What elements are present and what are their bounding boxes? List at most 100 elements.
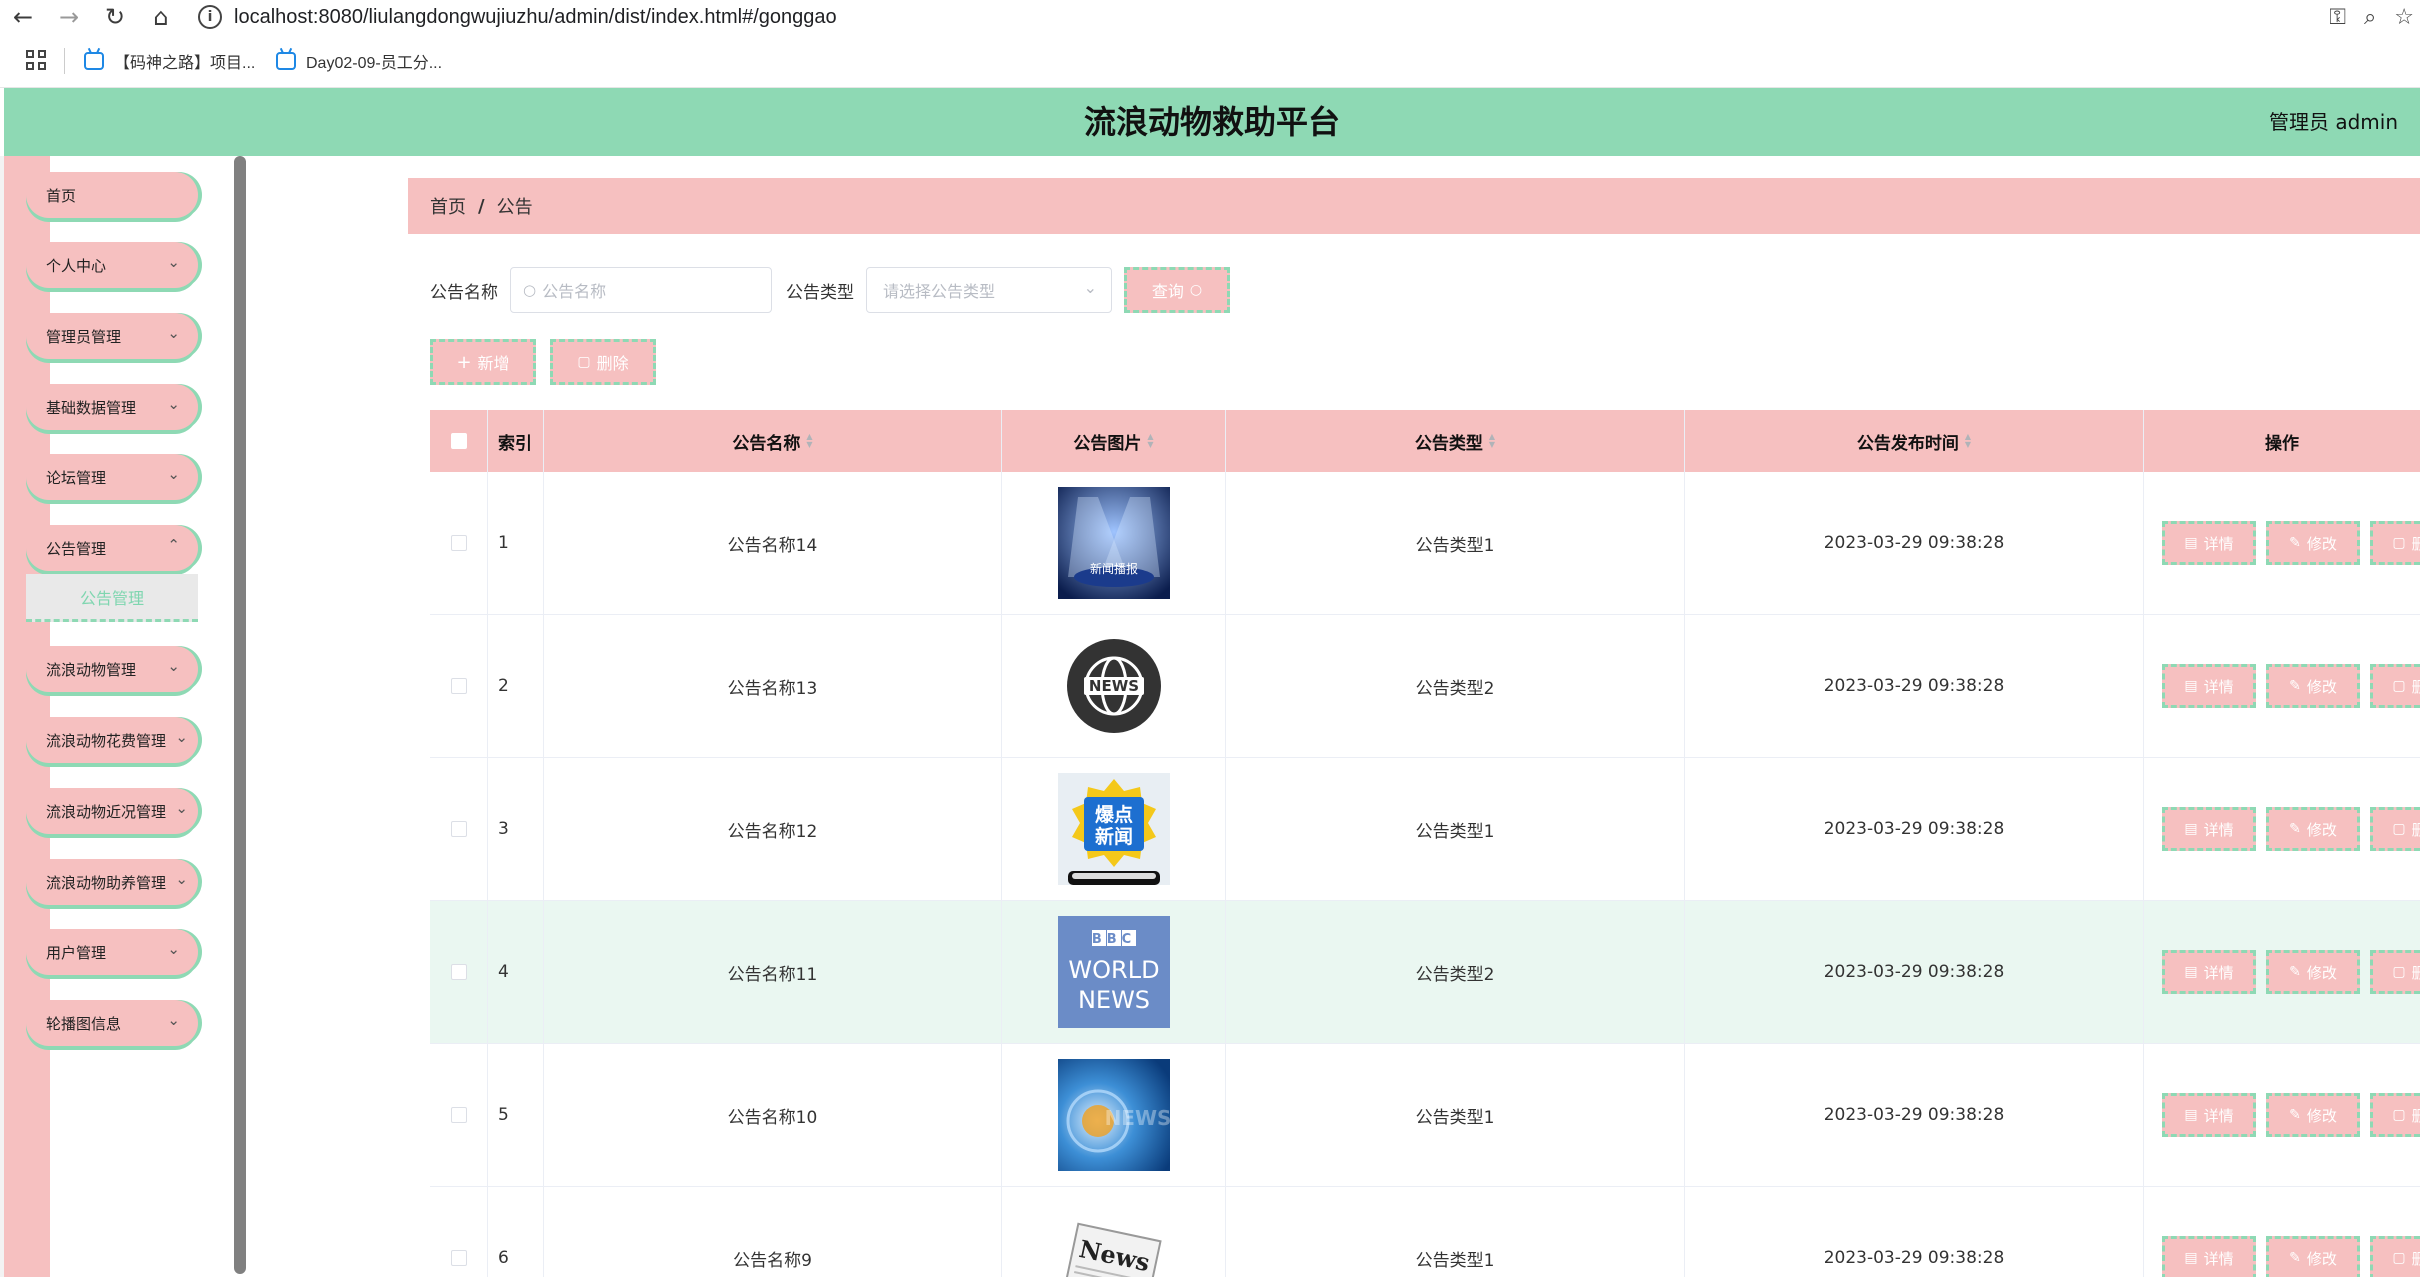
- bilibili-icon: [276, 52, 296, 70]
- edit-icon: ✎: [2289, 821, 2301, 837]
- home-icon[interactable]: ⌂: [138, 0, 184, 34]
- breaking-news-caption-2: 新闻: [1094, 825, 1132, 848]
- sidebar-item-base-data[interactable]: 基础数据管理 ⌄: [26, 384, 198, 430]
- back-icon[interactable]: ←: [0, 0, 46, 34]
- sidebar-item-personal-center[interactable]: 个人中心 ⌄: [26, 242, 198, 288]
- detail-button-label: 详情: [2203, 820, 2234, 839]
- delete-button[interactable]: ▢ 删除: [2370, 1093, 2420, 1137]
- announcement-type: 公告类型1: [1226, 758, 1685, 900]
- sort-icon[interactable]: ▲ ▼: [806, 433, 812, 449]
- sort-icon[interactable]: ▲ ▼: [1147, 433, 1153, 449]
- column-header-type[interactable]: 公告类型 ▲ ▼: [1226, 410, 1685, 472]
- delete-button[interactable]: ▢ 删除: [2370, 521, 2420, 565]
- sidebar-item-announcements[interactable]: 公告管理 ⌃: [26, 525, 198, 571]
- sidebar-item-carousel[interactable]: 轮播图信息 ⌄: [26, 1000, 198, 1046]
- breaking-news-image[interactable]: 爆点 新闻: [1057, 773, 1170, 885]
- row-checkbox[interactable]: [450, 1250, 467, 1266]
- edit-button[interactable]: ✎ 修改: [2266, 1093, 2360, 1137]
- chevron-down-icon: ⌄: [167, 940, 180, 958]
- sort-icon[interactable]: ▲ ▼: [1489, 433, 1495, 449]
- newspaper-image[interactable]: News: [1057, 1202, 1170, 1277]
- detail-button[interactable]: ▤ 详情: [2162, 521, 2256, 565]
- detail-button[interactable]: ▤ 详情: [2162, 807, 2256, 851]
- document-icon: ▤: [2184, 1250, 2198, 1266]
- chevron-down-icon: ⌄: [167, 465, 180, 483]
- trash-icon: ▢: [2392, 1107, 2406, 1123]
- sidebar-item-animal-costs[interactable]: 流浪动物花费管理 ⌄: [26, 717, 198, 763]
- sidebar-scrollbar[interactable]: [234, 156, 246, 1274]
- add-button[interactable]: + 新增: [430, 339, 536, 385]
- current-user[interactable]: 管理员 admin: [2269, 88, 2398, 156]
- table-row: 6 公告名称9 News 公告类型1 2023-03-29 09:38:28 ▤…: [430, 1187, 2420, 1277]
- chevron-down-icon: ⌄: [167, 395, 180, 413]
- site-info-icon[interactable]: i: [198, 5, 222, 29]
- delete-button[interactable]: ▢ 删除: [2370, 807, 2420, 851]
- batch-delete-button[interactable]: ▢ 删除: [550, 339, 656, 385]
- edit-button[interactable]: ✎ 修改: [2266, 521, 2360, 565]
- detail-button[interactable]: ▤ 详情: [2162, 664, 2256, 708]
- sidebar-item-home[interactable]: 首页: [26, 172, 198, 218]
- select-all-checkbox[interactable]: [450, 433, 467, 449]
- query-button[interactable]: 查询 ○: [1124, 267, 1230, 313]
- apps-grid-icon[interactable]: [26, 50, 46, 70]
- breadcrumb-home[interactable]: 首页: [430, 193, 466, 219]
- edit-button[interactable]: ✎ 修改: [2266, 1236, 2360, 1277]
- bookmark-item[interactable]: 【码神之路】项目...: [84, 48, 255, 74]
- chevron-down-icon: ⌄: [167, 324, 180, 342]
- column-header-name[interactable]: 公告名称 ▲ ▼: [544, 410, 1002, 472]
- password-key-icon[interactable]: ⚿: [2329, 5, 2346, 30]
- edit-button-label: 修改: [2306, 677, 2337, 696]
- reload-icon[interactable]: ↻: [92, 0, 138, 34]
- column-header-image[interactable]: 公告图片 ▲ ▼: [1002, 410, 1226, 472]
- type-select[interactable]: 请选择公告类型 ⌄: [866, 267, 1112, 313]
- sidebar-item-animals[interactable]: 流浪动物管理 ⌄: [26, 646, 198, 692]
- edit-button[interactable]: ✎ 修改: [2266, 807, 2360, 851]
- row-checkbox[interactable]: [450, 535, 467, 551]
- detail-button[interactable]: ▤ 详情: [2162, 1236, 2256, 1277]
- chevron-down-icon: ⌄: [175, 799, 188, 817]
- sidebar-item-forum[interactable]: 论坛管理 ⌄: [26, 454, 198, 500]
- sidebar-item-animal-sponsorship[interactable]: 流浪动物助养管理 ⌄: [26, 859, 198, 905]
- row-checkbox[interactable]: [450, 964, 467, 980]
- address-bar[interactable]: i localhost:8080/liulangdongwujiuzhu/adm…: [198, 4, 2298, 30]
- detail-button[interactable]: ▤ 详情: [2162, 1093, 2256, 1137]
- row-index: 2: [488, 615, 544, 757]
- globe-news-image[interactable]: NEWS: [1057, 630, 1170, 742]
- bookmark-label: 【码神之路】项目...: [114, 55, 256, 72]
- forward-icon[interactable]: →: [46, 0, 92, 34]
- column-header-time[interactable]: 公告发布时间 ▲ ▼: [1685, 410, 2144, 472]
- table-row: 3 公告名称12 爆点 新闻 公告类型1 2023-03-29 09:38:28…: [430, 758, 2420, 901]
- trash-icon: ▢: [2392, 1250, 2406, 1266]
- delete-button[interactable]: ▢ 删除: [2370, 664, 2420, 708]
- row-checkbox[interactable]: [450, 821, 467, 837]
- sort-icon[interactable]: ▲ ▼: [1965, 433, 1971, 449]
- column-header-actions: 操作: [2265, 433, 2299, 454]
- delete-button[interactable]: ▢ 删除: [2370, 950, 2420, 994]
- url-text[interactable]: localhost:8080/liulangdongwujiuzhu/admin…: [234, 6, 837, 29]
- edit-button[interactable]: ✎ 修改: [2266, 664, 2360, 708]
- bookmark-star-icon[interactable]: ☆: [2394, 5, 2414, 30]
- publish-time: 2023-03-29 09:38:28: [1685, 1044, 2144, 1186]
- delete-button-label: 删除: [596, 354, 629, 373]
- name-search-input[interactable]: ○ 公告名称: [510, 267, 772, 313]
- sidebar-item-animal-status[interactable]: 流浪动物近况管理 ⌄: [26, 788, 198, 834]
- sidebar-subitem-announcement-management[interactable]: 公告管理: [26, 574, 198, 622]
- delete-button[interactable]: ▢ 删除: [2370, 1236, 2420, 1277]
- edit-button-label: 修改: [2306, 963, 2337, 982]
- sidebar-item-label: 流浪动物助养管理: [46, 873, 167, 892]
- row-checkbox[interactable]: [450, 678, 467, 694]
- bbc-world-news-image[interactable]: BBC WORLD NEWS: [1057, 916, 1170, 1028]
- sidebar-item-admin-management[interactable]: 管理员管理 ⌄: [26, 313, 198, 359]
- row-checkbox[interactable]: [450, 1107, 467, 1123]
- stage-news-image[interactable]: 新闻播报: [1057, 487, 1170, 599]
- zoom-icon[interactable]: ⌕: [2364, 5, 2376, 30]
- delete-button-label: 删除: [2411, 534, 2420, 553]
- bookmark-item[interactable]: Day02-09-员工分...: [276, 48, 442, 74]
- detail-button[interactable]: ▤ 详情: [2162, 950, 2256, 994]
- publish-time: 2023-03-29 09:38:28: [1685, 901, 2144, 1043]
- blue-news-image[interactable]: NEWS: [1057, 1059, 1170, 1171]
- announcement-type: 公告类型1: [1226, 1044, 1685, 1186]
- edit-button[interactable]: ✎ 修改: [2266, 950, 2360, 994]
- sidebar-item-users[interactable]: 用户管理 ⌄: [26, 929, 198, 975]
- row-index: 5: [488, 1044, 544, 1186]
